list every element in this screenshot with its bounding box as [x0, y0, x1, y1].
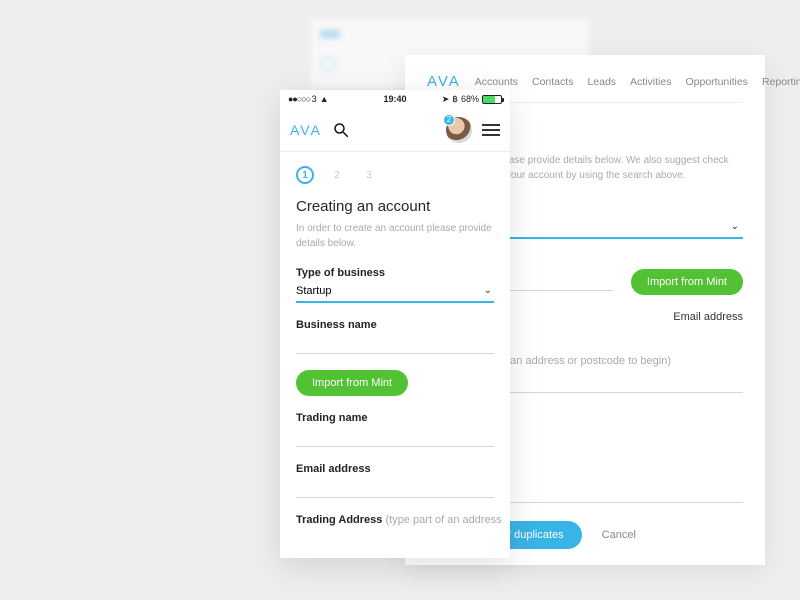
business-name-input[interactable]: [296, 331, 494, 354]
step-2[interactable]: 2: [328, 166, 346, 184]
trading-address-label: Trading Address (type part of an address: [296, 514, 494, 526]
email-label: Email address: [631, 311, 743, 323]
step-1[interactable]: 1: [296, 166, 314, 184]
import-from-mint-button[interactable]: Import from Mint: [631, 269, 743, 295]
nav-contacts[interactable]: Contacts: [532, 76, 573, 88]
status-bar: ●●○○○ 3 ▲ 19:40 ➤ ฿ 68%: [280, 90, 510, 108]
notification-badge: 2: [443, 114, 455, 126]
import-from-mint-button[interactable]: Import from Mint: [296, 370, 408, 396]
logo: AVA: [290, 122, 322, 138]
stepper: 1 2 3: [296, 166, 494, 184]
mobile-frame: ●●○○○ 3 ▲ 19:40 ➤ ฿ 68% AVA 2 1 2 3 Crea…: [280, 90, 510, 558]
search-icon[interactable]: [332, 121, 350, 139]
trading-name-input[interactable]: [296, 424, 494, 447]
mobile-header: AVA 2: [280, 108, 510, 152]
nav-leads[interactable]: Leads: [587, 76, 616, 88]
nav-opportunities[interactable]: Opportunities: [685, 76, 747, 88]
trading-name-label: Trading name: [296, 412, 494, 424]
type-of-business-select[interactable]: [296, 279, 494, 303]
page-title: Creating an account: [296, 198, 494, 215]
logo: AVA: [427, 73, 461, 90]
menu-icon[interactable]: [482, 124, 500, 136]
email-label: Email address: [296, 463, 494, 475]
business-name-label: Business name: [296, 319, 494, 331]
step-3[interactable]: 3: [360, 166, 378, 184]
nav-reporting[interactable]: Reporting: [762, 76, 800, 88]
page-subtitle: In order to create an account please pro…: [296, 221, 494, 251]
nav-accounts[interactable]: Accounts: [475, 76, 518, 88]
cancel-button[interactable]: Cancel: [602, 529, 636, 541]
email-input[interactable]: [296, 475, 494, 498]
nav-activities[interactable]: Activities: [630, 76, 671, 88]
status-time: 19:40: [280, 94, 510, 104]
battery-icon: [482, 95, 502, 104]
avatar[interactable]: 2: [446, 117, 472, 143]
type-of-business-label: Type of business: [296, 267, 494, 279]
